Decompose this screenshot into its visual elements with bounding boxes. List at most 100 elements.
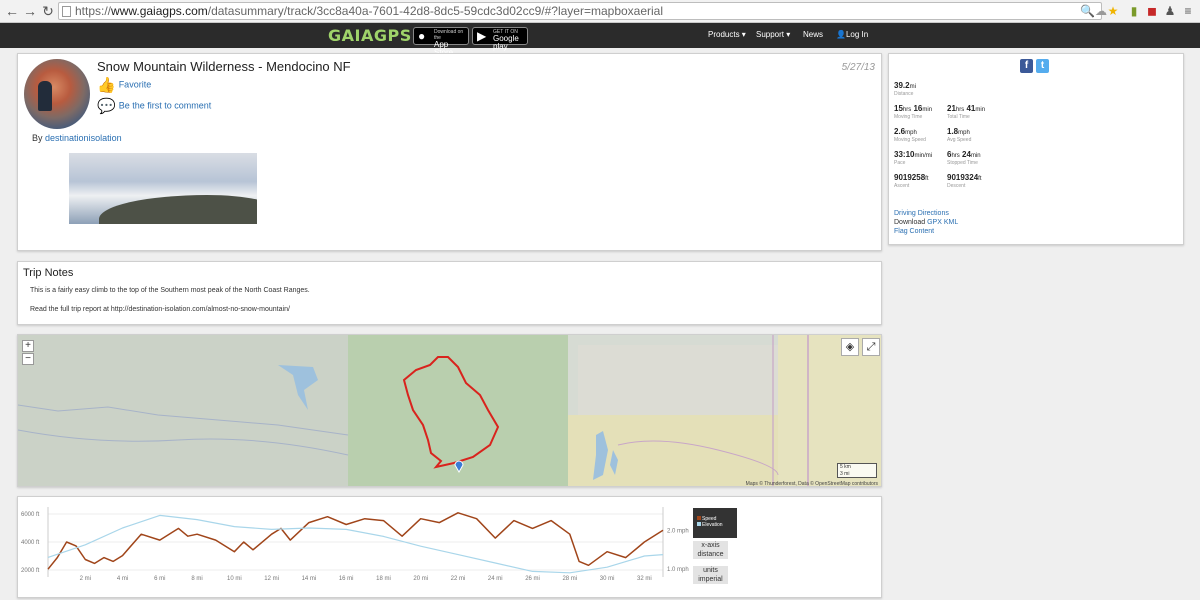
stat-ascent-unit: ft bbox=[925, 176, 929, 182]
url-path: /datasummary/track/3cc8a40a-7601-42d8-8d… bbox=[207, 4, 664, 18]
bookmark-star-icon[interactable]: ★ bbox=[1106, 4, 1120, 18]
stat-descent-value: 9019324 bbox=[947, 173, 979, 182]
x-tick-label-15: 32 mi bbox=[637, 576, 652, 582]
map-scale-mi: 3 mi bbox=[840, 471, 850, 477]
download-label: Download bbox=[894, 219, 926, 226]
stat-moving-speed-label: Moving Speed bbox=[894, 137, 926, 143]
gaiagps-logo[interactable]: GAIAGPS bbox=[328, 26, 412, 45]
avatar-person bbox=[38, 81, 52, 111]
stat-descent: 9019324ft Descent bbox=[947, 173, 982, 189]
kml-link[interactable]: KML bbox=[944, 219, 958, 226]
stat-moving-time: 15hrs 16min Moving Time bbox=[894, 104, 932, 120]
stat-moving-time-hrs-unit: hrs bbox=[902, 107, 912, 113]
map-canvas[interactable] bbox=[18, 335, 882, 487]
x-tick-label-8: 18 mi bbox=[376, 576, 391, 582]
menu-icon[interactable]: ≡ bbox=[1181, 4, 1195, 18]
x-tick-label-6: 14 mi bbox=[302, 576, 317, 582]
trip-report-link[interactable]: Read the full trip report at http://dest… bbox=[30, 306, 290, 313]
comment-link[interactable]: 💬 Be the first to comment bbox=[97, 97, 211, 115]
stat-distance-unit: mi bbox=[909, 84, 916, 90]
chart-panel: 2000 ft 4000 ft 6000 ft 1.0 mph 2.0 mph 2 mi 4… bbox=[17, 496, 882, 598]
byline: By destinationisolation bbox=[32, 133, 122, 143]
track-photo[interactable] bbox=[69, 153, 257, 224]
google-play-button[interactable]: ▶ GET IT ON Google play bbox=[472, 27, 528, 51]
x-tick-label-5: 12 mi bbox=[264, 576, 279, 582]
map-scale-km: 5 km bbox=[840, 464, 851, 470]
track-summary-panel: Snow Mountain Wilderness - Mendocino NF … bbox=[17, 53, 882, 251]
x-tick-label-4: 10 mi bbox=[227, 576, 242, 582]
zoom-out-button[interactable]: − bbox=[22, 353, 34, 365]
byline-prefix: By bbox=[32, 133, 43, 143]
back-icon[interactable]: ← bbox=[4, 3, 20, 19]
map-plain bbox=[578, 345, 778, 415]
x-axis-toggle-line1: x-axis bbox=[701, 542, 720, 549]
favorite-link[interactable]: 👍 Favorite bbox=[97, 76, 151, 94]
app-store-button[interactable]: ● Download on the App Store bbox=[413, 27, 469, 57]
stat-ascent-value: 9019258 bbox=[894, 173, 926, 182]
author-link[interactable]: destinationisolation bbox=[45, 133, 122, 143]
x-axis-toggle-line2: distance bbox=[697, 551, 724, 558]
stat-stopped-time-mins: 24 bbox=[962, 150, 971, 159]
stat-stopped-time-min-unit: min bbox=[970, 153, 981, 159]
trip-notes-title: Trip Notes bbox=[23, 267, 74, 279]
facebook-icon[interactable]: f bbox=[1020, 59, 1033, 73]
nav-products[interactable]: Products ▾ bbox=[708, 30, 746, 39]
map-scale: 5 km 3 mi bbox=[837, 463, 877, 478]
legend-elevation[interactable]: Elevation bbox=[697, 522, 737, 528]
stat-stopped-time-label: Stopped Time bbox=[947, 160, 978, 166]
url-host: www.gaiagps.com bbox=[111, 4, 208, 18]
elevation-speed-chart[interactable]: 2000 ft 4000 ft 6000 ft 1.0 mph 2.0 mph 2 mi 4… bbox=[18, 497, 883, 599]
stat-total-time-label: Total Time bbox=[947, 114, 970, 120]
twitter-icon[interactable]: t bbox=[1036, 59, 1049, 73]
series-line-elevation bbox=[47, 514, 664, 574]
y-left-tick-label-0: 2000 ft bbox=[21, 568, 40, 574]
fullscreen-icon[interactable]: ⤢ bbox=[862, 338, 880, 356]
layers-icon[interactable]: ◈ bbox=[841, 338, 859, 356]
zoom-icon[interactable]: 🔍 bbox=[1080, 4, 1095, 18]
stat-pace-label: Pace bbox=[894, 160, 906, 166]
nav-news[interactable]: News bbox=[803, 30, 823, 39]
stat-avg-speed-unit: mph bbox=[958, 130, 970, 136]
stat-descent-unit: ft bbox=[978, 176, 982, 182]
units-toggle-button[interactable]: units imperial bbox=[693, 566, 728, 584]
trip-notes-text: This is a fairly easy climb to the top o… bbox=[30, 287, 310, 294]
play-icon: ▶ bbox=[477, 29, 487, 43]
track-date: 5/27/13 bbox=[841, 62, 875, 73]
gpx-link[interactable]: GPX bbox=[927, 219, 942, 226]
y-right-tick-label-0: 1.0 mph bbox=[667, 567, 689, 573]
nav-login[interactable]: 👤Log In bbox=[836, 30, 868, 39]
stat-distance-label: Distance bbox=[894, 91, 914, 97]
x-tick-label-1: 4 mi bbox=[117, 576, 128, 582]
x-tick-label-11: 24 mi bbox=[488, 576, 503, 582]
google-play-label: Google play bbox=[493, 34, 519, 51]
map-panel[interactable]: + − ◈ ⤢ 5 km 3 mi Maps © Thunderforest, … bbox=[17, 334, 882, 487]
user-icon: 👤 bbox=[836, 30, 846, 39]
stat-ascent: 9019258ft Ascent bbox=[894, 173, 929, 189]
forward-icon[interactable]: → bbox=[22, 3, 38, 19]
flag-content-link[interactable]: Flag Content bbox=[894, 228, 934, 235]
stat-total-time-hrs-unit: hrs bbox=[955, 107, 965, 113]
pdf-icon[interactable]: ◼ bbox=[1145, 4, 1159, 18]
stat-avg-speed: 1.8mph Avg Speed bbox=[947, 127, 971, 143]
avatar[interactable] bbox=[24, 59, 90, 129]
extension-icon[interactable]: ▮ bbox=[1127, 4, 1141, 18]
track-title: Snow Mountain Wilderness - Mendocino NF bbox=[97, 59, 351, 74]
stat-stopped-time: 6hrs 24min Stopped Time bbox=[947, 150, 981, 166]
driving-directions-link[interactable]: Driving Directions bbox=[894, 210, 949, 217]
units-toggle-line2: imperial bbox=[698, 576, 723, 583]
zoom-in-button[interactable]: + bbox=[22, 340, 34, 352]
page-icon bbox=[62, 6, 71, 17]
apple-icon: ● bbox=[418, 29, 426, 43]
y-right-tick-label-1: 2.0 mph bbox=[667, 528, 689, 534]
stat-moving-time-min-unit: min bbox=[922, 107, 933, 113]
stat-pace-value: 33:10 bbox=[894, 150, 915, 159]
address-bar[interactable]: https://www.gaiagps.com/datasummary/trac… bbox=[58, 2, 1102, 20]
x-tick-label-13: 28 mi bbox=[562, 576, 577, 582]
legend-elevation-label: Elevation bbox=[702, 522, 723, 528]
x-tick-label-3: 8 mi bbox=[191, 576, 202, 582]
x-axis-toggle-button[interactable]: x-axis distance bbox=[693, 541, 728, 559]
nav-support[interactable]: Support ▾ bbox=[756, 30, 790, 39]
reload-icon[interactable]: ↻ bbox=[40, 3, 56, 19]
x-tick-label-0: 2 mi bbox=[80, 576, 91, 582]
person-icon[interactable]: ♟ bbox=[1163, 4, 1177, 18]
